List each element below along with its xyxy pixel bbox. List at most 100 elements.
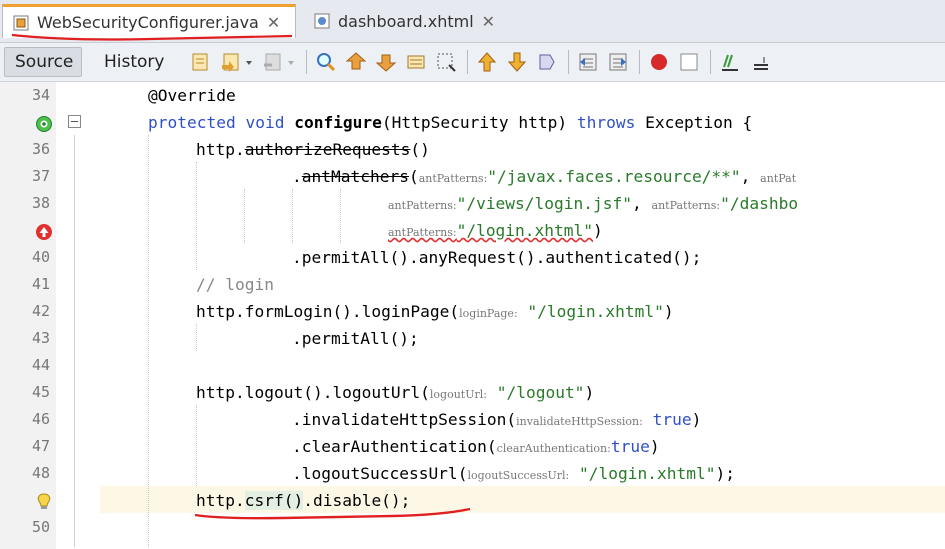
code-fragment: ) [584,383,595,402]
find-next-icon[interactable] [375,51,397,73]
last-edit-icon[interactable] [190,51,212,73]
close-icon[interactable]: ✕ [482,12,495,31]
line-number: 40 [31,248,50,266]
code-fragment: http. [196,140,245,159]
tab-label: WebSecurityConfigurer.java [37,13,259,32]
code-fragment: () [410,140,430,159]
string-literal: "/login.xhtml" [579,464,716,483]
code-fragment: . [292,167,302,186]
code-line: 44 [0,352,945,379]
override-icon[interactable] [35,115,52,132]
uncomment-icon[interactable] [749,51,771,73]
line-number: 36 [31,140,50,158]
param-hint: loginPage: [459,307,518,320]
param-hint: logoutUrl: [429,388,487,401]
close-icon[interactable]: ✕ [267,13,280,32]
code-fragment: ) [593,221,603,240]
line-number: 47 [31,437,50,455]
code-line: 48 .logoutSuccessUrl(logoutSuccessUrl: "… [0,460,945,487]
error-icon[interactable] [35,223,52,240]
shift-right-icon[interactable] [607,51,629,73]
string-literal: "/javax.faces.resource/**" [487,167,741,186]
code-fragment: ( [420,383,430,402]
code-line: 45 http.logout().logoutUrl(logoutUrl: "/… [0,379,945,406]
code-text: .invalidateHttpSession(invalidateHttpSes… [292,406,701,435]
code-text: http.formLogin().loginPage(loginPage: "/… [196,298,674,327]
code-fragment: ) [691,410,702,429]
code-text: .clearAuthentication(clearAuthentication… [292,433,660,462]
code-fragment: ) [663,302,674,321]
line-number: 44 [31,356,50,374]
keyword: throws [576,113,636,132]
line-number: 43 [31,329,50,347]
comment-icon[interactable] [719,51,741,73]
source-button[interactable]: Source [4,47,82,77]
find-previous-icon[interactable] [345,51,367,73]
line-number: 50 [31,518,50,536]
code-text: .antMatchers(antPatterns:"/javax.faces.r… [292,163,796,192]
param-hint: invalidateHttpSession: [516,415,643,428]
code-line: 43 .permitAll(); [0,325,945,352]
deprecated-method: antMatchers [301,167,409,186]
string-literal: "/logout" [496,383,585,402]
forward-icon[interactable] [262,51,284,73]
param-hint: antPat [760,172,797,185]
previous-bookmark-icon[interactable] [476,51,498,73]
code-line: 38 antPatterns:"/views/login.jsf", antPa… [0,190,945,217]
stop-macro-icon[interactable] [678,51,700,73]
find-icon[interactable] [315,51,337,73]
toggle-rect-select-icon[interactable] [435,51,457,73]
code-fragment: .logoutSuccessUrl [292,464,458,483]
code-line: 36 http.authorizeRequests() [0,136,945,163]
tab-dashboard[interactable]: dashboard.xhtml ✕ [304,4,504,38]
code-line: 40 .permitAll().anyRequest().authenticat… [0,244,945,271]
csrf-underline-annotation [194,507,471,520]
code-line: 41 // login [0,271,945,298]
code-fragment: Exception { [645,113,753,132]
string-literal: "/login.xhtml" [456,221,594,240]
code-text: protected void configure(HttpSecurity ht… [148,109,752,136]
keyword: true [652,410,692,429]
toggle-bookmark-icon[interactable] [536,51,558,73]
record-macro-icon[interactable] [648,51,670,73]
string-literal: "/login.xhtml" [527,302,664,321]
line-number: 48 [31,464,50,482]
params: (HttpSecurity http) [381,113,568,132]
back-dropdown-icon[interactable] [244,51,254,73]
bulb-icon[interactable] [36,493,52,509]
method-name: configure [294,113,382,132]
keyword: protected [148,113,236,132]
toolbar-separator [639,50,640,74]
xhtml-file-icon [314,13,330,29]
code-line: 42 http.formLogin().loginPage(loginPage:… [0,298,945,325]
next-bookmark-icon[interactable] [506,51,528,73]
shift-left-icon[interactable] [577,51,599,73]
code-text: http.logout().logoutUrl(logoutUrl: "/log… [196,379,594,408]
tab-label: dashboard.xhtml [338,11,474,31]
keyword: void [245,113,285,132]
code-fragment: http.logout().logoutUrl [196,383,421,402]
line-number: 37 [31,167,50,185]
tab-underline-annotation [11,33,293,41]
code-fragment: .invalidateHttpSession [292,410,507,429]
deprecated-method: authorizeRequests [244,140,411,159]
toolbar-separator [467,50,468,74]
history-button[interactable]: History [94,47,174,77]
code-fragment: http.formLogin().loginPage [196,302,450,321]
code-text: antPatterns:"/views/login.jsf", antPatte… [388,190,798,219]
code-comment: // login [196,275,274,294]
back-icon[interactable] [220,51,242,73]
java-file-icon [13,15,29,31]
code-fragment: ( [408,167,419,186]
toggle-highlight-icon[interactable] [405,51,427,73]
code-text: antPatterns:"/login.xhtml") [388,217,603,246]
forward-dropdown-icon[interactable] [286,51,296,73]
code-line: 47 .clearAuthentication(clearAuthenticat… [0,433,945,460]
param-hint: clearAuthentication: [496,442,611,455]
line-number: 46 [31,410,50,428]
keyword: true [610,437,650,456]
code-text: .logoutSuccessUrl(logoutSuccessUrl: "/lo… [292,460,735,489]
code-fragment: ( [457,464,468,483]
code-line: antPatterns:"/login.xhtml") [0,217,945,244]
line-number: 42 [31,302,50,320]
